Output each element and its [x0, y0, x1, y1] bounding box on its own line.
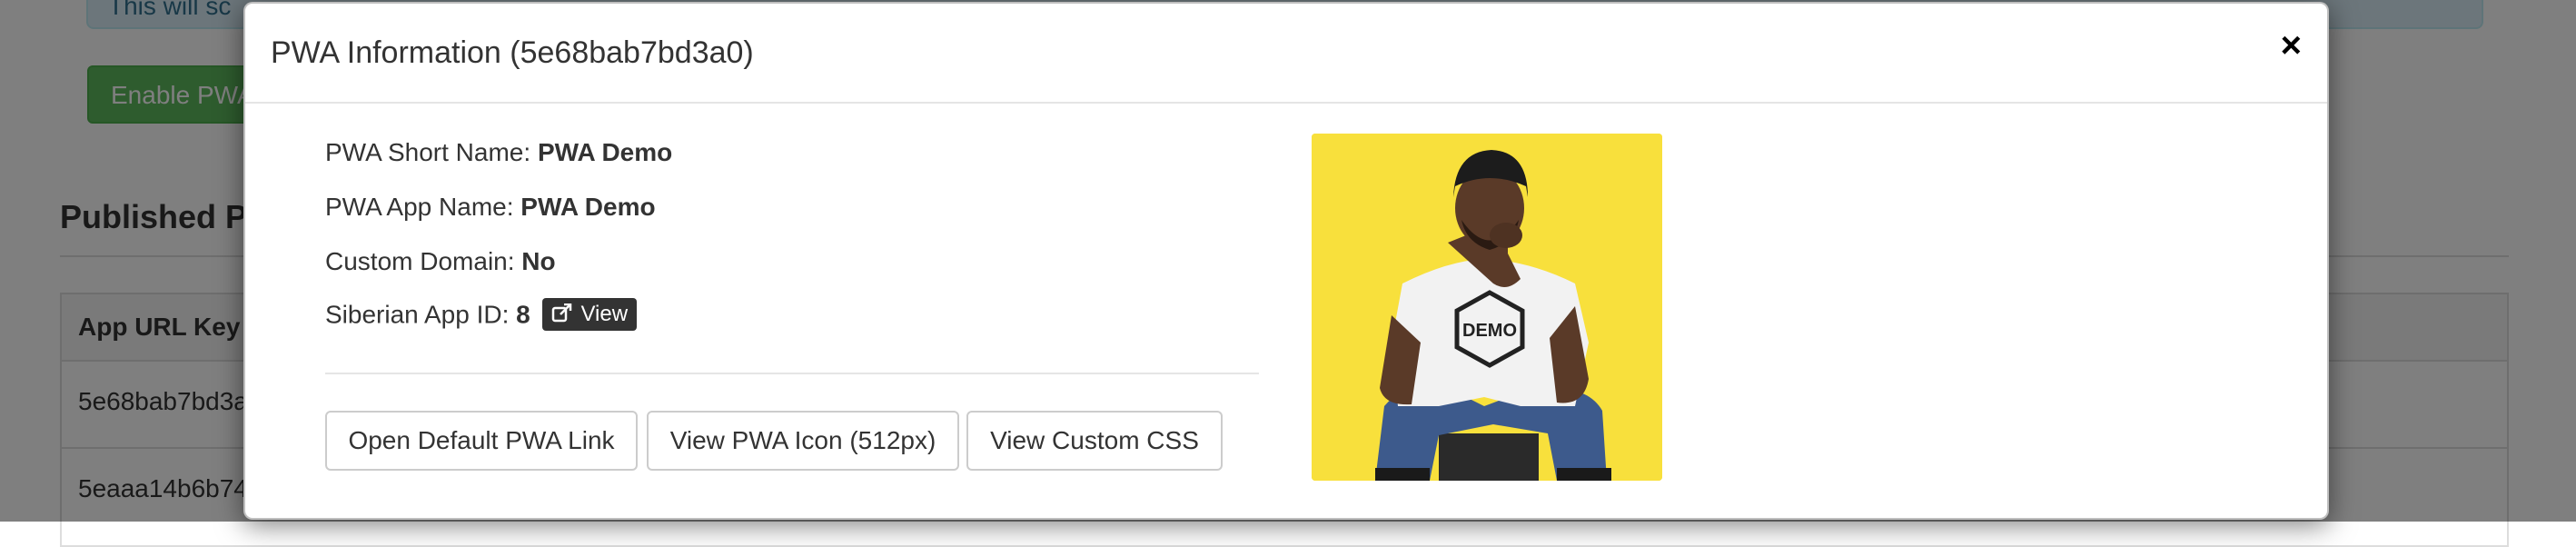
close-icon[interactable]: ×: [2281, 27, 2302, 64]
modal-divider: [325, 373, 1259, 374]
pwa-info-modal: PWA Information (5e68bab7bd3a0) × PWA Sh…: [243, 2, 2329, 520]
external-link-icon: [552, 303, 572, 323]
app-name-row: PWA App Name: PWA Demo: [325, 193, 656, 222]
custom-domain-row: Custom Domain: No: [325, 247, 556, 276]
open-default-pwa-link-button[interactable]: Open Default PWA Link: [325, 411, 638, 471]
app-name-value: PWA Demo: [520, 193, 656, 221]
shirt-text: DEMO: [1462, 321, 1517, 341]
siberian-id-label: Siberian App ID:: [325, 300, 517, 329]
view-app-button[interactable]: View: [542, 298, 638, 331]
siberian-id-row: Siberian App ID: 8 View: [325, 298, 638, 333]
view-label: View: [580, 302, 629, 326]
view-custom-css-button[interactable]: View Custom CSS: [966, 411, 1223, 471]
short-name-value: PWA Demo: [537, 138, 673, 166]
pwa-icon-image: DEMO: [1312, 134, 1662, 481]
short-name-label: PWA Short Name:: [325, 138, 538, 166]
modal-header: PWA Information (5e68bab7bd3a0) ×: [245, 4, 2327, 104]
view-pwa-icon-button[interactable]: View PWA Icon (512px): [647, 411, 959, 471]
person-illustration: DEMO: [1312, 134, 1662, 481]
custom-domain-label: Custom Domain:: [325, 247, 522, 275]
app-name-label: PWA App Name:: [325, 193, 521, 221]
modal-title: PWA Information (5e68bab7bd3a0): [271, 35, 754, 70]
short-name-row: PWA Short Name: PWA Demo: [325, 138, 672, 167]
siberian-id-value: 8: [516, 300, 530, 329]
custom-domain-value: No: [521, 247, 556, 275]
